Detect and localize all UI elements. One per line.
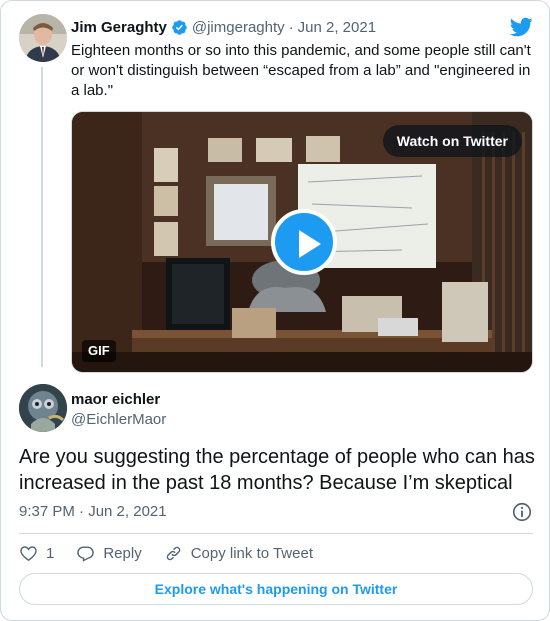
parent-tweet-date[interactable]: Jun 2, 2021 <box>298 19 376 36</box>
thread-connector-line <box>41 67 43 367</box>
link-icon <box>166 546 180 560</box>
reply-button[interactable]: Reply <box>76 544 142 563</box>
explore-twitter-button[interactable]: Explore what's happening on Twitter <box>19 573 533 605</box>
twitter-bird-icon[interactable] <box>509 15 533 39</box>
reply-tweet-text: Are you suggesting the percentage of peo… <box>19 446 535 494</box>
parent-tweet-text: Eighteen months or so into this pandemic… <box>71 42 531 99</box>
action-divider <box>19 533 533 534</box>
parent-author-handle[interactable]: @jimgeraghty <box>192 19 285 36</box>
copy-link-button[interactable]: Copy link to Tweet <box>164 544 313 563</box>
parent-author-name[interactable]: Jim Geraghty <box>71 19 167 36</box>
reply-author-avatar[interactable] <box>19 384 67 432</box>
heart-icon <box>20 545 37 561</box>
verified-badge-icon <box>172 19 187 35</box>
play-icon[interactable] <box>271 209 337 275</box>
parent-author-avatar[interactable] <box>19 14 67 62</box>
tweet-embed-card: Jim Geraghty @jimgeraghty · Jun 2, 2021 … <box>0 0 550 621</box>
gif-badge: GIF <box>82 340 116 362</box>
reply-label: Reply <box>103 544 142 562</box>
reply-icon <box>77 545 95 562</box>
like-count: 1 <box>46 544 55 562</box>
tweet-actions-bar: 1 Reply Copy link to Tweet <box>19 543 335 563</box>
copy-link-label: Copy link to Tweet <box>190 544 313 562</box>
watch-on-twitter-button[interactable]: Watch on Twitter <box>382 125 522 157</box>
tweet-timestamp[interactable]: 9:37 PM · Jun 2, 2021 <box>19 503 167 520</box>
parent-tweet-header: Jim Geraghty @jimgeraghty · Jun 2, 2021 <box>71 17 376 37</box>
info-icon[interactable] <box>511 501 533 523</box>
tweet-media-gif[interactable]: Watch on Twitter GIF <box>71 111 533 373</box>
like-button[interactable]: 1 <box>19 544 54 563</box>
reply-author-handle[interactable]: @EichlerMaor <box>71 411 166 428</box>
reply-author-name[interactable]: maor eichler <box>71 391 160 408</box>
header-separator: · <box>288 18 294 36</box>
